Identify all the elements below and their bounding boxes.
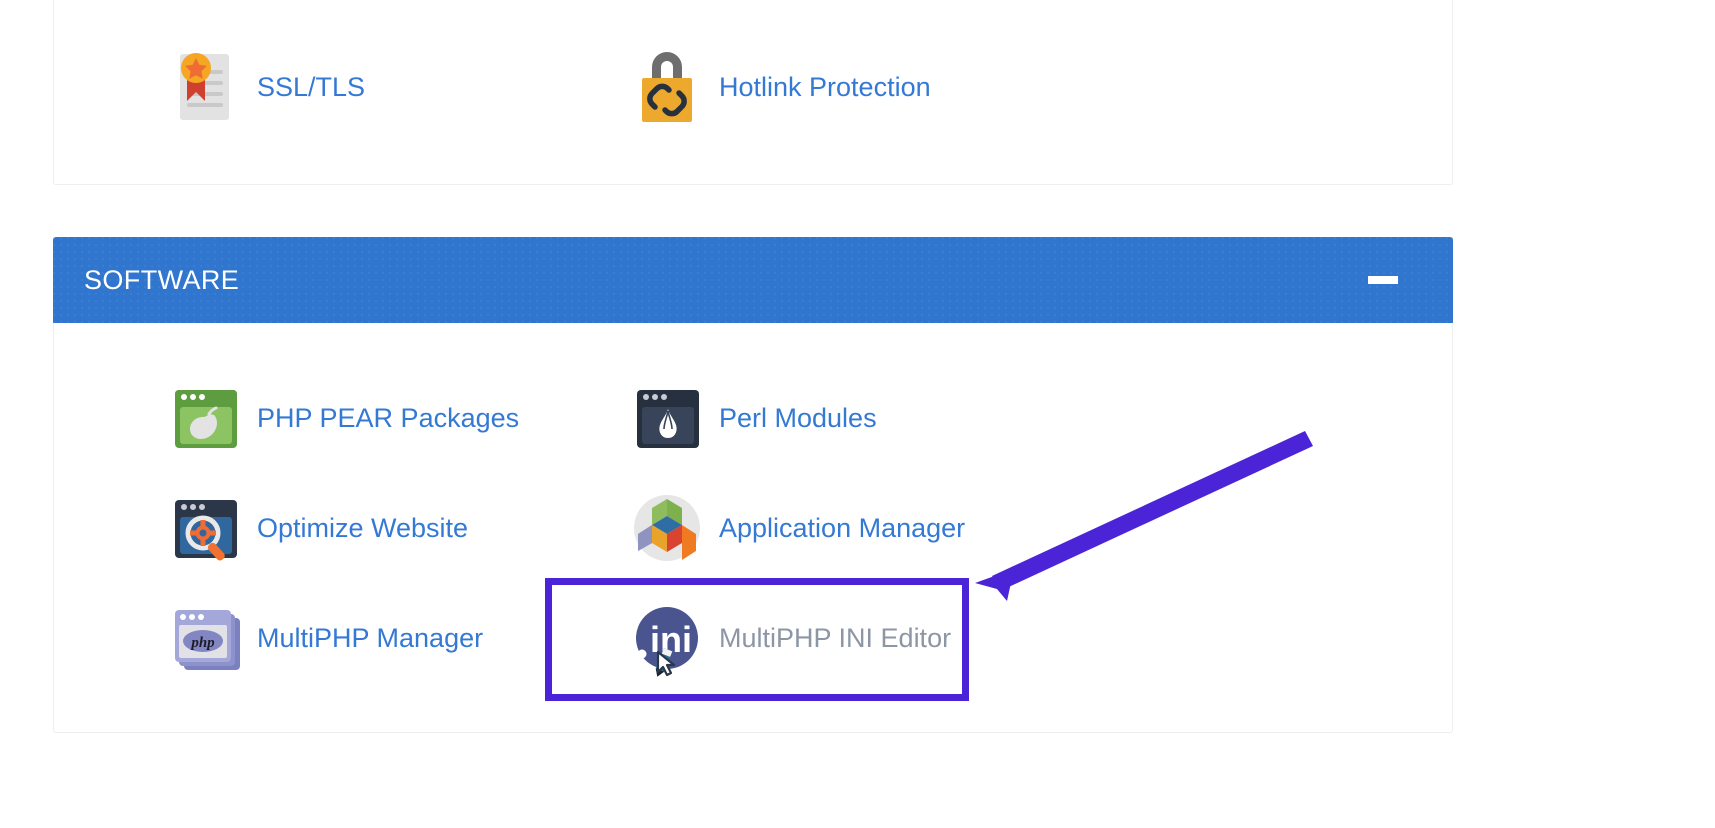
cpanel-tools-page: SSL/TLS Hotlink Protection: [0, 0, 1715, 828]
php-pear-window-icon: [162, 376, 248, 460]
list-item-label: Optimize Website: [248, 513, 468, 544]
list-item-application-manager[interactable]: Application Manager: [624, 486, 965, 570]
ssl-certificate-icon: [162, 45, 248, 129]
list-item-label: Perl Modules: [710, 403, 877, 434]
no-entry-sign-icon: [624, 0, 710, 14]
ini-editor-icon: ini: [624, 596, 710, 680]
list-item-label: PHP PEAR Packages: [248, 403, 519, 434]
list-item-label: MultiPHP Manager: [248, 623, 483, 654]
list-item-multiphp-manager[interactable]: php MultiPHP Manager: [162, 596, 483, 680]
list-item-label: Application Manager: [710, 513, 965, 544]
application-cubes-icon: [624, 486, 710, 570]
perl-onion-window-icon: [624, 376, 710, 460]
group-title: SOFTWARE: [84, 267, 239, 294]
security-panel: SSL/TLS Hotlink Protection: [53, 0, 1453, 185]
list-item-label: MultiPHP INI Editor: [710, 623, 951, 654]
multiphp-manager-icon: php: [162, 596, 248, 680]
optimize-gear-window-icon: [162, 486, 248, 570]
list-item[interactable]: [162, 0, 248, 22]
collapse-minus-icon[interactable]: [1368, 276, 1398, 284]
software-group-header[interactable]: SOFTWARE: [53, 237, 1453, 323]
list-item-php-pear-packages[interactable]: PHP PEAR Packages: [162, 376, 519, 460]
padlock-link-icon: [624, 45, 710, 129]
list-item-hotlink-protection[interactable]: Hotlink Protection: [624, 45, 931, 129]
list-item-perl-modules[interactable]: Perl Modules: [624, 376, 877, 460]
svg-text:php: php: [189, 635, 215, 651]
list-item[interactable]: [624, 0, 710, 14]
list-item-label: Hotlink Protection: [710, 72, 931, 103]
list-item-ssl-tls[interactable]: SSL/TLS: [162, 45, 365, 129]
device-tablet-icon: [162, 0, 248, 22]
list-item-optimize-website[interactable]: Optimize Website: [162, 486, 468, 570]
list-item-multiphp-ini-editor[interactable]: ini MultiPHP INI Editor: [624, 596, 951, 680]
list-item-label: SSL/TLS: [248, 72, 365, 103]
